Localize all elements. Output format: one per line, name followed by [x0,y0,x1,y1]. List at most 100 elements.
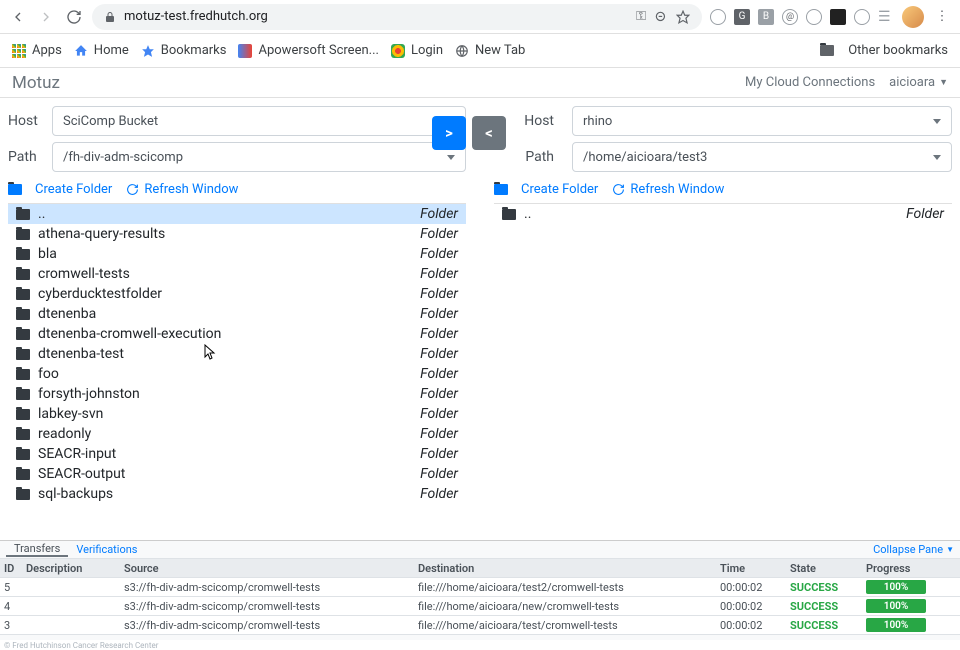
left-host-select[interactable]: SciComp Bucket [52,106,466,136]
transfer-row[interactable]: 5s3://fh-div-adm-scicomp/cromwell-testsf… [0,578,960,597]
folder-icon [16,389,30,400]
ext-circle-icon[interactable] [710,9,726,25]
file-row[interactable]: dtenenba-testFolder [8,344,466,364]
ext-b-icon[interactable]: B [758,9,774,25]
right-host-select[interactable]: rhino [572,106,952,136]
folder-icon [16,449,30,460]
file-row[interactable]: forsyth-johnstonFolder [8,384,466,404]
file-row[interactable]: dtenenbaFolder [8,304,466,324]
file-row[interactable]: readonlyFolder [8,424,466,444]
left-refresh[interactable]: Refresh Window [126,182,238,197]
transfer-row[interactable]: 4s3://fh-div-adm-scicomp/cromwell-testsf… [0,597,960,616]
cloud-connections-link[interactable]: My Cloud Connections [745,75,875,90]
ext-g-icon[interactable]: G [734,9,750,25]
bookmark-newtab[interactable]: New Tab [455,43,525,58]
file-name: bla [38,246,420,262]
file-type: Folder [420,406,458,422]
ext-circle2-icon[interactable] [806,9,822,25]
key-icon[interactable]: ⚿ [636,9,646,24]
extension-icons: G B @ ☰ ⋮ [710,6,952,28]
left-path-label: Path [8,149,44,165]
file-row[interactable]: ..Folder [8,204,466,224]
file-name: dtenenba [38,306,420,322]
tab-verifications[interactable]: Verifications [68,543,145,556]
folder-icon [502,209,516,220]
right-refresh[interactable]: Refresh Window [612,182,724,197]
folder-icon [16,409,30,420]
file-name: dtenenba-test [38,346,420,362]
file-row[interactable]: ..Folder [494,204,952,224]
back-button[interactable] [8,7,28,27]
folder-icon [16,369,30,380]
app-header: Motuz My Cloud Connections aicioara ▼ [0,68,960,98]
file-row[interactable]: athena-query-resultsFolder [8,224,466,244]
file-type: Folder [420,326,458,342]
left-path-select[interactable]: /fh-div-adm-scicomp [52,142,466,172]
folder-icon [16,349,30,360]
other-bookmarks[interactable]: Other bookmarks [820,43,948,58]
ext-list-icon[interactable]: ☰ [878,9,894,25]
transfer-row[interactable]: 3s3://fh-div-adm-scicomp/cromwell-testsf… [0,616,960,635]
left-file-list[interactable]: ..Folderathena-query-resultsFolderblaFol… [8,203,466,540]
bookmark-login[interactable]: Login [391,43,443,58]
avatar[interactable] [902,6,924,28]
user-menu[interactable]: aicioara ▼ [889,75,948,90]
file-name: athena-query-results [38,226,420,242]
reload-button[interactable] [64,7,84,27]
file-name: readonly [38,426,420,442]
url-text: motuz-test.fredhutch.org [124,9,628,24]
transfer-buttons: > < [432,116,506,150]
file-row[interactable]: labkey-svnFolder [8,404,466,424]
star-icon[interactable] [676,10,690,24]
ext-at-icon[interactable]: @ [782,9,798,25]
left-create-folder[interactable]: Create Folder [8,182,112,197]
file-name: .. [38,206,420,222]
file-row[interactable]: fooFolder [8,364,466,384]
file-type: Folder [420,366,458,382]
bookmarks-bar: Apps Home Bookmarks Apowersoft Screen...… [0,34,960,68]
file-row[interactable]: dtenenba-cromwell-executionFolder [8,324,466,344]
dual-pane: Host SciComp Bucket Path /fh-div-adm-sci… [0,98,960,540]
file-row[interactable]: cromwell-testsFolder [8,264,466,284]
collapse-pane-button[interactable]: Collapse Pane ▼ [873,543,954,556]
folder-icon [16,489,30,500]
file-type: Folder [420,286,458,302]
folder-icon [16,469,30,480]
right-path-select[interactable]: /home/aicioara/test3 [572,142,952,172]
right-create-folder[interactable]: Create Folder [494,182,598,197]
file-name: dtenenba-cromwell-execution [38,326,420,342]
ext-dark-icon[interactable] [830,9,846,25]
bookmark-apowersoft[interactable]: Apowersoft Screen... [238,43,378,58]
forward-button[interactable] [36,7,56,27]
menu-button[interactable]: ⋮ [932,7,952,27]
file-row[interactable]: blaFolder [8,244,466,264]
transfer-right-button[interactable]: > [432,116,466,150]
right-file-list[interactable]: ..Folder [494,203,952,540]
transfer-left-button[interactable]: < [472,116,506,150]
file-row[interactable]: SEACR-outputFolder [8,464,466,484]
folder-icon [16,289,30,300]
file-row[interactable]: SEACR-inputFolder [8,444,466,464]
file-name: foo [38,366,420,382]
file-row[interactable]: sql-backupsFolder [8,484,466,504]
transfers-body: 5s3://fh-div-adm-scicomp/cromwell-testsf… [0,578,960,640]
file-type: Folder [420,486,458,502]
app-title: Motuz [12,73,60,93]
folder-icon [16,209,30,220]
browser-toolbar: motuz-test.fredhutch.org ⚿ G B @ ☰ ⋮ [0,0,960,34]
folder-icon [16,229,30,240]
bookmark-bookmarks[interactable]: Bookmarks [141,43,227,58]
ext-circle3-icon[interactable] [854,9,870,25]
file-type: Folder [420,446,458,462]
file-type: Folder [906,206,944,222]
address-bar[interactable]: motuz-test.fredhutch.org ⚿ [92,4,702,30]
file-row[interactable]: cyberducktestfolderFolder [8,284,466,304]
file-type: Folder [420,466,458,482]
tab-transfers[interactable]: Transfers [6,542,68,557]
file-name: SEACR-input [38,446,420,462]
bookmark-home[interactable]: Home [74,43,129,58]
file-type: Folder [420,246,458,262]
lock-icon [104,11,116,23]
zoom-icon[interactable] [654,10,668,24]
apps-button[interactable]: Apps [12,43,62,58]
